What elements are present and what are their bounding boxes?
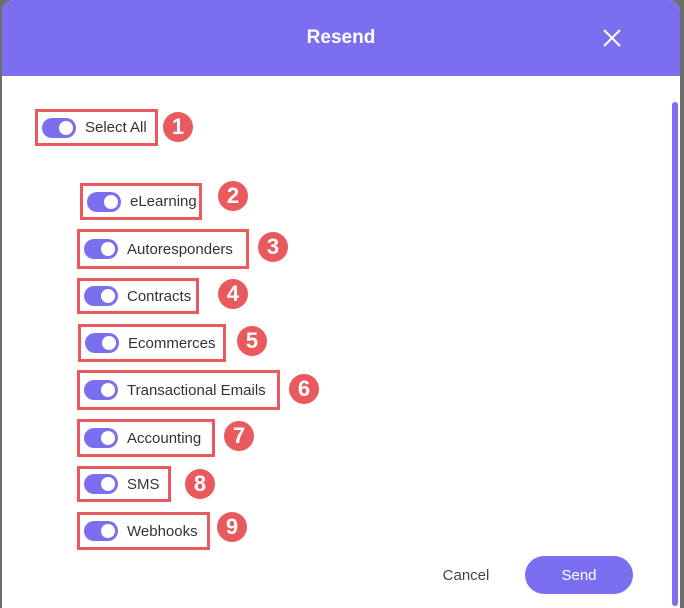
toggle-knob xyxy=(59,120,73,135)
webhooks-toggle[interactable] xyxy=(84,521,118,541)
send-button[interactable]: Send xyxy=(525,556,633,594)
toggle-knob xyxy=(101,524,115,538)
annotation-badge: 9 xyxy=(217,512,247,542)
annotation-badge: 3 xyxy=(258,232,288,262)
annotation-badge: 8 xyxy=(185,469,215,499)
item-transactional-emails: Transactional Emails xyxy=(77,370,280,410)
item-sms: SMS xyxy=(77,466,171,502)
annotation-badge: 2 xyxy=(218,181,248,211)
select-all-row: Select All xyxy=(35,109,158,146)
toggle-knob xyxy=(101,383,115,397)
autoresponders-toggle[interactable] xyxy=(84,239,118,259)
close-icon xyxy=(603,29,621,47)
annotation-badge: 4 xyxy=(218,279,248,309)
contracts-label: Contracts xyxy=(127,287,192,305)
elearning-label: eLearning xyxy=(130,193,197,210)
toggle-knob xyxy=(101,242,115,256)
scrollbar[interactable] xyxy=(672,102,678,606)
dialog-body: Select All 1 eLearning 2 Autoresponders … xyxy=(2,76,680,608)
toggle-knob xyxy=(101,431,115,445)
autoresponders-label: Autoresponders xyxy=(127,240,233,258)
accounting-toggle[interactable] xyxy=(84,428,118,448)
select-all-label: Select All xyxy=(85,119,147,136)
resend-dialog: Resend Select All 1 eLearning 2 Autoresp… xyxy=(2,0,680,608)
annotation-badge: 5 xyxy=(237,326,267,356)
item-webhooks: Webhooks xyxy=(77,512,210,550)
item-ecommerces: Ecommerces xyxy=(78,324,226,362)
annotation-badge: 7 xyxy=(224,421,254,451)
cancel-button[interactable]: Cancel xyxy=(432,556,500,594)
accounting-label: Accounting xyxy=(127,429,202,447)
item-contracts: Contracts xyxy=(77,278,199,314)
webhooks-label: Webhooks xyxy=(127,522,198,540)
toggle-knob xyxy=(101,477,115,491)
dialog-title: Resend xyxy=(306,27,376,48)
item-accounting: Accounting xyxy=(77,419,215,457)
toggle-knob xyxy=(104,194,118,209)
elearning-toggle[interactable] xyxy=(87,191,121,212)
dialog-header: Resend xyxy=(2,0,680,76)
item-elearning: eLearning xyxy=(80,183,202,220)
transactional-emails-toggle[interactable] xyxy=(84,380,118,400)
ecommerces-label: Ecommerces xyxy=(128,334,216,352)
toggle-knob xyxy=(101,289,115,303)
item-autoresponders: Autoresponders xyxy=(77,229,249,269)
sms-label: SMS xyxy=(127,475,160,493)
annotation-badge: 1 xyxy=(163,112,193,142)
transactional-emails-label: Transactional Emails xyxy=(127,381,266,399)
close-button[interactable] xyxy=(602,28,622,48)
toggle-knob xyxy=(102,336,116,350)
sms-toggle[interactable] xyxy=(84,474,118,494)
contracts-toggle[interactable] xyxy=(84,286,118,306)
select-all-toggle[interactable] xyxy=(42,117,76,138)
annotation-badge: 6 xyxy=(289,374,319,404)
ecommerces-toggle[interactable] xyxy=(85,333,119,353)
